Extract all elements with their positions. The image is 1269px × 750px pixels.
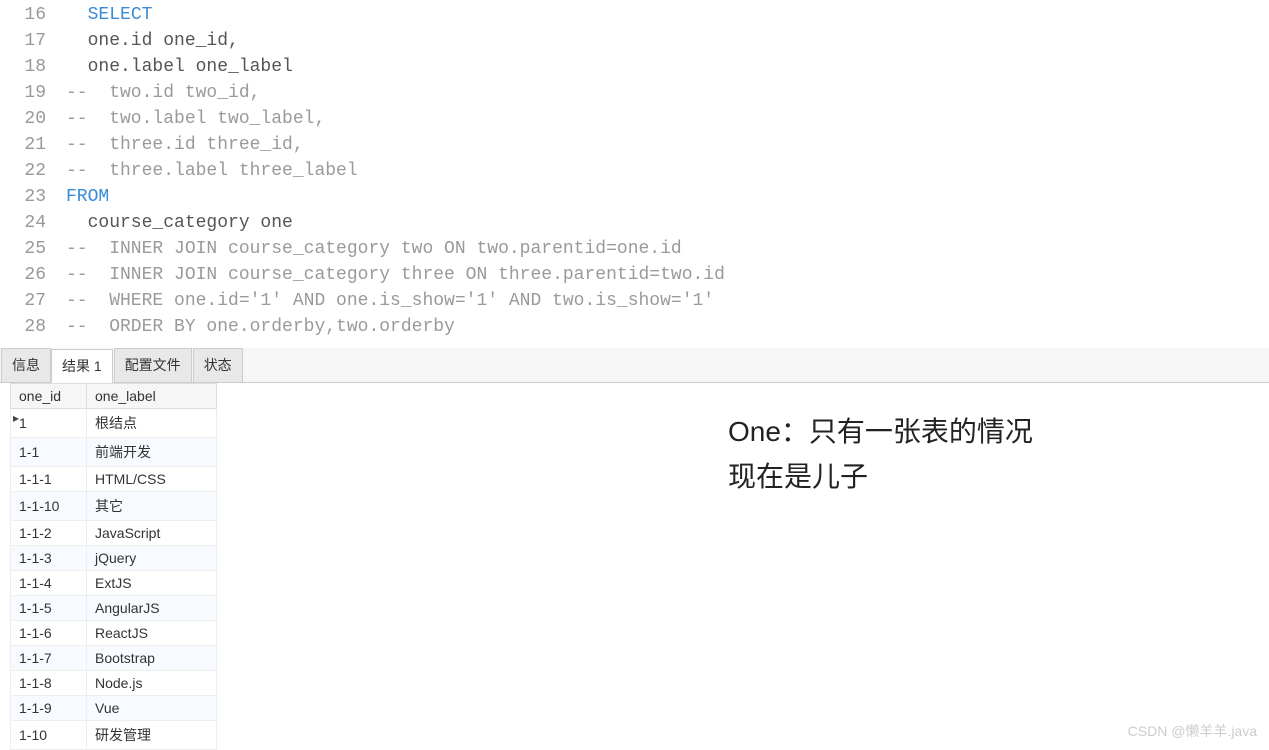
code-line[interactable]: 21-- three.id three_id, — [0, 132, 1269, 158]
tab-配置文件[interactable]: 配置文件 — [114, 348, 192, 382]
column-header[interactable]: one_id — [11, 384, 87, 409]
cell-one-id[interactable]: 1-1-6 — [11, 621, 87, 646]
cell-one-id[interactable]: 1-1-10 — [11, 492, 87, 521]
cell-one-id[interactable]: 1-1-4 — [11, 571, 87, 596]
code-content[interactable]: -- ORDER BY one.orderby,two.orderby — [66, 314, 1269, 340]
cell-one-id[interactable]: 1-1-3 — [11, 546, 87, 571]
code-line[interactable]: 28-- ORDER BY one.orderby,two.orderby — [0, 314, 1269, 340]
table-row[interactable]: 1-1-4ExtJS — [11, 571, 217, 596]
cell-one-label[interactable]: JavaScript — [87, 521, 217, 546]
code-line[interactable]: 20-- two.label two_label, — [0, 106, 1269, 132]
cell-one-label[interactable]: 根结点 — [87, 409, 217, 438]
cell-one-label[interactable]: ReactJS — [87, 621, 217, 646]
line-number: 28 — [0, 314, 66, 340]
watermark: CSDN @懒羊羊.java — [1128, 721, 1257, 741]
line-number: 24 — [0, 210, 66, 236]
code-content[interactable]: -- INNER JOIN course_category two ON two… — [66, 236, 1269, 262]
cell-one-label[interactable]: AngularJS — [87, 596, 217, 621]
annotation-line1: One：只有一张表的情况 — [728, 410, 1033, 455]
cell-one-id[interactable]: 1-1-2 — [11, 521, 87, 546]
code-content[interactable]: -- two.label two_label, — [66, 106, 1269, 132]
cell-one-id[interactable]: 1-1-8 — [11, 671, 87, 696]
line-number: 16 — [0, 2, 66, 28]
cell-one-label[interactable]: 其它 — [87, 492, 217, 521]
line-number: 20 — [0, 106, 66, 132]
line-number: 27 — [0, 288, 66, 314]
cell-one-label[interactable]: Node.js — [87, 671, 217, 696]
cell-one-id[interactable]: 1-10 — [11, 721, 87, 750]
line-number: 18 — [0, 54, 66, 80]
cell-one-label[interactable]: 研发管理 — [87, 721, 217, 750]
cell-one-id[interactable]: 1-1-9 — [11, 696, 87, 721]
table-row[interactable]: 1-1-3jQuery — [11, 546, 217, 571]
code-content[interactable]: one.label one_label — [66, 54, 1269, 80]
tab-结果 1[interactable]: 结果 1 — [51, 349, 113, 383]
code-line[interactable]: 19-- two.id two_id, — [0, 80, 1269, 106]
table-row[interactable]: 1-1-9Vue — [11, 696, 217, 721]
table-row[interactable]: 1-1-8Node.js — [11, 671, 217, 696]
line-number: 23 — [0, 184, 66, 210]
code-line[interactable]: 25-- INNER JOIN course_category two ON t… — [0, 236, 1269, 262]
code-content[interactable]: -- INNER JOIN course_category three ON t… — [66, 262, 1269, 288]
cell-one-label[interactable]: 前端开发 — [87, 438, 217, 467]
table-row[interactable]: 1-10研发管理 — [11, 721, 217, 750]
table-header-row: one_idone_label — [11, 384, 217, 409]
annotation-text: One：只有一张表的情况 现在是儿子 — [728, 410, 1033, 500]
code-content[interactable]: -- three.label three_label — [66, 158, 1269, 184]
tab-状态[interactable]: 状态 — [193, 348, 243, 382]
code-editor[interactable]: 16 SELECT17 one.id one_id,18 one.label o… — [0, 0, 1269, 342]
line-number: 21 — [0, 132, 66, 158]
code-line[interactable]: 23FROM — [0, 184, 1269, 210]
cell-one-label[interactable]: HTML/CSS — [87, 467, 217, 492]
current-row-marker: ▸ — [10, 411, 22, 426]
code-line[interactable]: 27-- WHERE one.id='1' AND one.is_show='1… — [0, 288, 1269, 314]
code-line[interactable]: 16 SELECT — [0, 2, 1269, 28]
tab-信息[interactable]: 信息 — [1, 348, 51, 382]
column-header[interactable]: one_label — [87, 384, 217, 409]
line-number: 26 — [0, 262, 66, 288]
result-grid-wrap: ▸ one_idone_label1根结点1-1前端开发1-1-1HTML/CS… — [10, 383, 1269, 750]
line-number: 25 — [0, 236, 66, 262]
result-grid[interactable]: one_idone_label1根结点1-1前端开发1-1-1HTML/CSS1… — [10, 383, 217, 750]
code-line[interactable]: 22-- three.label three_label — [0, 158, 1269, 184]
code-content[interactable]: course_category one — [66, 210, 1269, 236]
code-content[interactable]: one.id one_id, — [66, 28, 1269, 54]
code-content[interactable]: SELECT — [66, 2, 1269, 28]
cell-one-label[interactable]: ExtJS — [87, 571, 217, 596]
table-row[interactable]: 1-1-6ReactJS — [11, 621, 217, 646]
line-number: 19 — [0, 80, 66, 106]
cell-one-id[interactable]: 1-1-7 — [11, 646, 87, 671]
table-row[interactable]: 1-1-5AngularJS — [11, 596, 217, 621]
table-row[interactable]: 1根结点 — [11, 409, 217, 438]
cell-one-label[interactable]: Vue — [87, 696, 217, 721]
line-number: 22 — [0, 158, 66, 184]
cell-one-id[interactable]: 1-1-5 — [11, 596, 87, 621]
code-content[interactable]: FROM — [66, 184, 1269, 210]
code-content[interactable]: -- three.id three_id, — [66, 132, 1269, 158]
result-tabs: 信息结果 1配置文件状态 — [0, 348, 1269, 383]
table-row[interactable]: 1-1-1HTML/CSS — [11, 467, 217, 492]
annotation-line2: 现在是儿子 — [728, 455, 1033, 500]
cell-one-label[interactable]: jQuery — [87, 546, 217, 571]
table-row[interactable]: 1-1-10其它 — [11, 492, 217, 521]
code-line[interactable]: 26-- INNER JOIN course_category three ON… — [0, 262, 1269, 288]
cell-one-label[interactable]: Bootstrap — [87, 646, 217, 671]
cell-one-id[interactable]: 1-1 — [11, 438, 87, 467]
code-content[interactable]: -- WHERE one.id='1' AND one.is_show='1' … — [66, 288, 1269, 314]
table-row[interactable]: 1-1-7Bootstrap — [11, 646, 217, 671]
code-line[interactable]: 17 one.id one_id, — [0, 28, 1269, 54]
table-row[interactable]: 1-1前端开发 — [11, 438, 217, 467]
line-number: 17 — [0, 28, 66, 54]
code-line[interactable]: 18 one.label one_label — [0, 54, 1269, 80]
table-row[interactable]: 1-1-2JavaScript — [11, 521, 217, 546]
cell-one-id[interactable]: 1-1-1 — [11, 467, 87, 492]
code-line[interactable]: 24 course_category one — [0, 210, 1269, 236]
code-content[interactable]: -- two.id two_id, — [66, 80, 1269, 106]
